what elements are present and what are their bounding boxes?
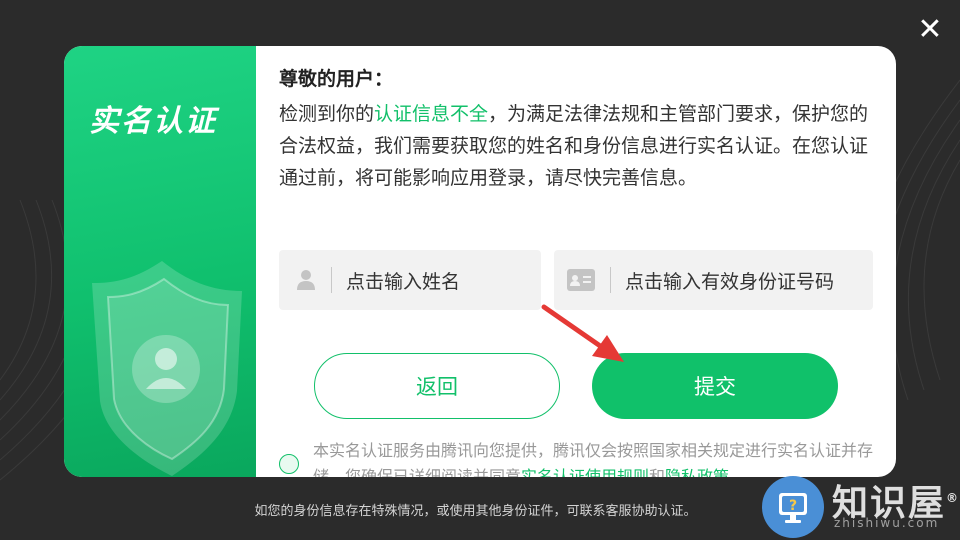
watermark-sub: zhishiwu.com bbox=[834, 516, 940, 530]
arrow-annotation bbox=[541, 304, 624, 362]
svg-text:?: ? bbox=[789, 498, 797, 514]
watermark: ? 知识屋® zhishiwu.com bbox=[762, 474, 960, 540]
help-icon: ? bbox=[762, 476, 824, 538]
watermark-reg: ® bbox=[946, 491, 960, 505]
footer-text: 如您的身份信息存在特殊情况，或使用其他身份证件，可联系客服协助认证。 bbox=[254, 504, 697, 519]
